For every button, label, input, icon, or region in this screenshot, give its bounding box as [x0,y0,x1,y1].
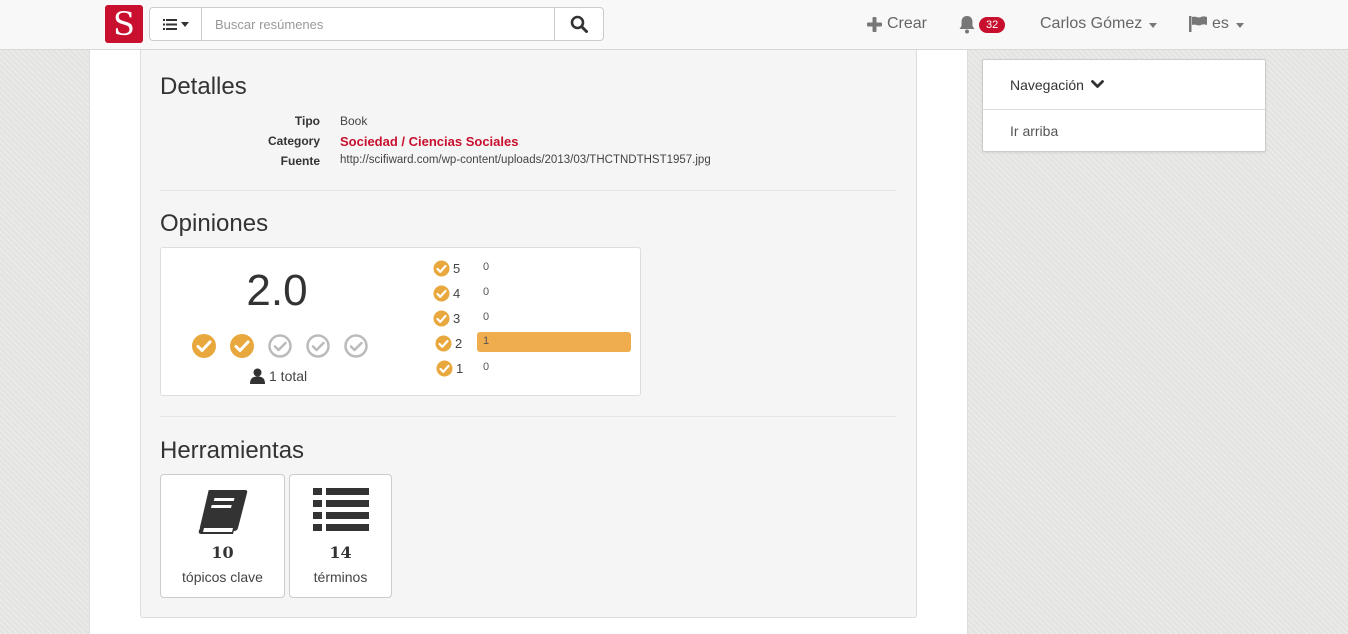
search-button[interactable] [554,8,603,40]
distribution-row-5: 5 [433,259,467,277]
rating-star-5 [344,334,368,358]
rating-stars [191,333,369,359]
distribution-bar-5: 0 [477,258,631,278]
tool-terms[interactable]: 14 términos [289,474,392,598]
search-icon [570,15,588,33]
user-icon [250,368,265,384]
rating-star-2 [230,334,254,358]
sidebar-navigation: Navegación Ir arriba [982,59,1266,152]
distribution-count: 0 [483,311,490,323]
check-circle-icon [433,285,450,301]
chevron-down-icon [1091,80,1104,88]
check-circle-icon [435,335,452,351]
top-navbar: S Crear 32 Carlos [0,0,1348,50]
distribution-stars: 4 [453,285,461,301]
distribution-bar-4: 0 [477,283,631,303]
search-group [149,7,604,41]
source-value: http://scifiward.com/wp-content/uploads/… [340,154,711,166]
distribution-row-2: 2 [435,334,469,352]
flag-icon [1189,16,1207,32]
total-label: 1 total [269,368,308,384]
type-value: Book [340,114,368,128]
source-term: Fuente [280,154,320,168]
check-circle-icon [433,260,450,276]
list-icon [313,488,369,531]
opinions-heading: Opiniones [160,210,269,237]
distribution-row-1: 1 [436,359,470,377]
divider [160,190,896,191]
navigation-toggle[interactable]: Navegación [983,60,1265,110]
category-link[interactable]: Sociedad / Ciencias Sociales [340,134,518,149]
category-term: Category [267,134,320,148]
language-menu[interactable]: es [1189,0,1244,48]
book-icon [198,490,248,534]
chevron-down-icon [180,21,189,27]
distribution-count: 0 [483,261,490,273]
list-icon [162,18,177,30]
create-label: Crear [887,15,928,32]
distribution-count: 0 [483,361,490,373]
user-menu[interactable]: Carlos Gómez [1040,0,1158,48]
check-circle-icon [433,310,450,326]
rating-star-4 [306,334,330,358]
bell-icon [959,15,975,33]
divider [160,416,896,417]
go-top-link[interactable]: Ir arriba [1010,123,1058,139]
distribution-stars: 5 [453,260,461,276]
caret-down-icon [1149,22,1158,28]
details-heading: Detalles [160,73,247,100]
check-circle-icon [436,360,453,376]
bar-fill [477,332,631,352]
create-menu[interactable]: Crear [867,0,927,48]
tools-heading: Herramientas [160,437,305,464]
total-ratings: 1 total [250,368,307,384]
distribution-bar-2: 1 [477,332,631,352]
tool-label: tópicos clave [182,569,263,585]
distribution-row-3: 3 [433,309,467,327]
distribution-stars: 3 [453,310,461,326]
distribution-stars: 2 [455,335,463,351]
user-name: Carlos Gómez [1040,15,1143,32]
plus-icon [867,16,882,32]
rating-star-3 [268,334,292,358]
average-rating: 2.0 [246,266,308,315]
notifications-menu[interactable]: 32 [958,0,1006,48]
distribution-count: 0 [483,286,490,298]
distribution-row-4: 4 [433,284,467,302]
search-input[interactable] [202,8,554,40]
distribution-count: 1 [483,335,490,347]
search-filter-menu[interactable] [150,8,202,40]
distribution-bar-3: 0 [477,308,631,328]
tool-count: 10 [211,543,234,562]
site-logo[interactable]: S [105,5,143,43]
caret-down-icon [1235,22,1244,28]
distribution-stars: 1 [456,360,464,376]
language-label: es [1212,15,1229,32]
navigation-title: Navegación [1010,76,1084,93]
rating-star-1 [192,334,216,358]
tool-label: términos [313,569,368,585]
distribution-bar-1: 0 [477,358,631,378]
tool-key-topics[interactable]: 10 tópicos clave [160,474,285,598]
notification-badge: 32 [979,17,1006,33]
type-term: Tipo [294,114,320,128]
tool-count: 14 [329,543,352,562]
